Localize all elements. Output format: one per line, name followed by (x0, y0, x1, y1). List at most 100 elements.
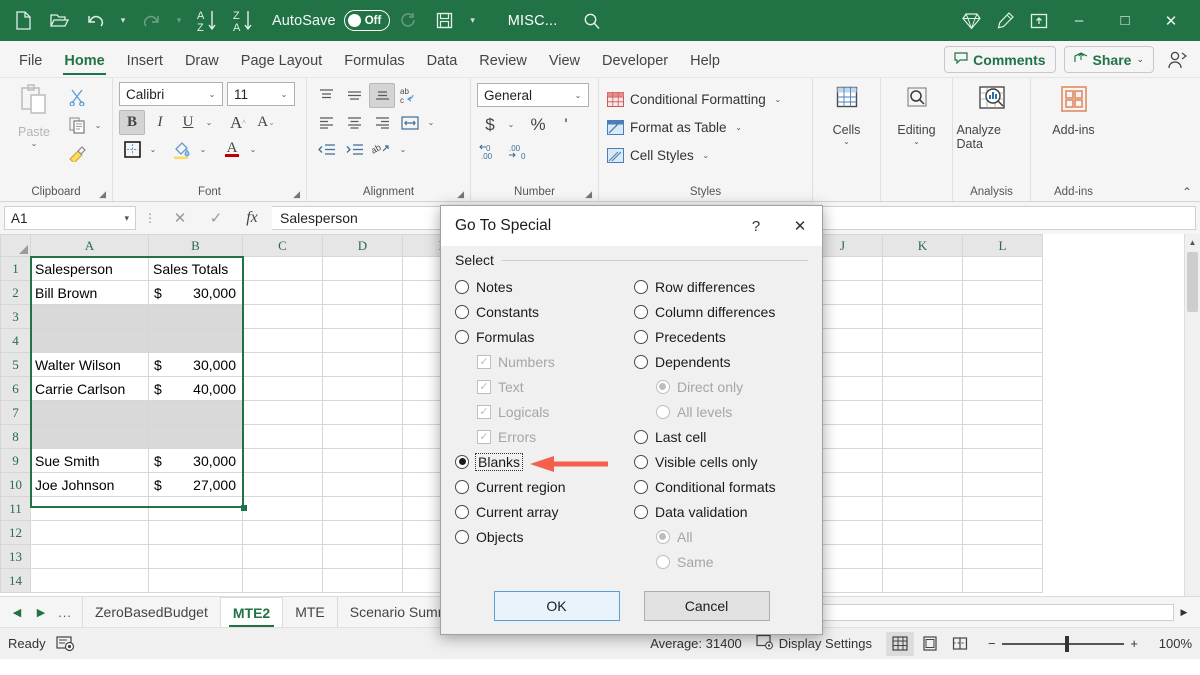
row-header[interactable]: 2 (1, 281, 31, 305)
collapse-ribbon-icon[interactable]: ⌃ (1182, 185, 1192, 199)
autosave-toggle[interactable]: Off (344, 10, 390, 31)
radio-visible-cells-only[interactable] (634, 455, 648, 469)
ribbon-tab-data[interactable]: Data (416, 47, 469, 77)
more-sheets-icon[interactable]: ... (54, 605, 76, 620)
option-current-region[interactable]: Current region (455, 474, 634, 499)
cell-a14[interactable] (31, 569, 149, 593)
display-settings-button[interactable]: Display Settings (756, 634, 872, 653)
cell-a3[interactable] (31, 305, 149, 329)
merge-caret[interactable]: ⌄ (425, 118, 437, 127)
row-header[interactable]: 13 (1, 545, 31, 569)
cell-l11[interactable] (963, 497, 1043, 521)
minimize-button[interactable]: – (1056, 0, 1102, 41)
column-header-l[interactable]: L (963, 235, 1043, 257)
ribbon-tab-formulas[interactable]: Formulas (333, 47, 415, 77)
ok-button[interactable]: OK (494, 591, 620, 621)
radio-notes[interactable] (455, 280, 469, 294)
cell-l13[interactable] (963, 545, 1043, 569)
ribbon-tab-view[interactable]: View (538, 47, 591, 77)
cell-b6[interactable]: $40,000 (149, 377, 243, 401)
option-last-cell[interactable]: Last cell (634, 424, 808, 449)
cell-c7[interactable] (243, 401, 323, 425)
comma-format-button[interactable]: ' (553, 112, 579, 137)
ribbon-tab-review[interactable]: Review (468, 47, 538, 77)
ribbon-tab-insert[interactable]: Insert (116, 47, 174, 77)
cell-k11[interactable] (883, 497, 963, 521)
cell-c4[interactable] (243, 329, 323, 353)
cell-a8[interactable] (31, 425, 149, 449)
option-row-differences[interactable]: Row differences (634, 274, 808, 299)
zoom-thumb[interactable] (1065, 636, 1069, 652)
cell-c1[interactable] (243, 257, 323, 281)
currency-format-button[interactable]: $ (477, 112, 503, 137)
cell-d14[interactable] (323, 569, 403, 593)
cell-d4[interactable] (323, 329, 403, 353)
cells-caret[interactable]: ⌄ (843, 138, 850, 146)
cell-l9[interactable] (963, 449, 1043, 473)
number-format-select[interactable]: General ⌄ (477, 83, 589, 107)
cell-c3[interactable] (243, 305, 323, 329)
cell-k3[interactable] (883, 305, 963, 329)
cell-c5[interactable] (243, 353, 323, 377)
open-folder-icon[interactable] (42, 6, 76, 36)
cell-c2[interactable] (243, 281, 323, 305)
number-dialog-launcher[interactable]: ◢ (585, 189, 592, 200)
borders-caret[interactable]: ⌄ (147, 145, 159, 154)
cell-k8[interactable] (883, 425, 963, 449)
align-left-button[interactable] (313, 110, 339, 135)
diamond-icon[interactable] (954, 6, 988, 36)
fill-color-button[interactable] (169, 137, 195, 162)
decrease-indent-button[interactable] (313, 137, 339, 162)
cell-k5[interactable] (883, 353, 963, 377)
radio-last-cell[interactable] (634, 430, 648, 444)
increase-indent-button[interactable] (341, 137, 367, 162)
percent-format-button[interactable]: % (525, 112, 551, 137)
font-color-button[interactable]: A (219, 137, 245, 162)
clipboard-dialog-launcher[interactable]: ◢ (99, 189, 106, 200)
row-header[interactable]: 7 (1, 401, 31, 425)
accessibility-checker-icon[interactable] (56, 635, 75, 652)
option-current-array[interactable]: Current array (455, 499, 634, 524)
cell-d3[interactable] (323, 305, 403, 329)
selection-fill-handle[interactable] (241, 505, 247, 511)
zoom-in-button[interactable]: + (1130, 636, 1138, 651)
option-column-differences[interactable]: Column differences (634, 299, 808, 324)
cell-b2[interactable]: $30,000 (149, 281, 243, 305)
format-as-table-button[interactable]: Format as Table ⌄ (605, 113, 745, 141)
ribbon-tab-developer[interactable]: Developer (591, 47, 679, 77)
radio-dependents[interactable] (634, 355, 648, 369)
name-box[interactable]: A1 ▾ (4, 206, 136, 230)
cell-k13[interactable] (883, 545, 963, 569)
new-file-icon[interactable] (6, 6, 40, 36)
row-header[interactable]: 3 (1, 305, 31, 329)
cell-b7[interactable] (149, 401, 243, 425)
row-header[interactable]: 12 (1, 521, 31, 545)
cell-d8[interactable] (323, 425, 403, 449)
cell-d9[interactable] (323, 449, 403, 473)
customize-quick-access-caret[interactable]: ▾ (464, 6, 482, 36)
share-button[interactable]: Share ⌄ (1064, 46, 1154, 73)
borders-button[interactable] (119, 137, 145, 162)
cell-l14[interactable] (963, 569, 1043, 593)
cell-b12[interactable] (149, 521, 243, 545)
option-formulas[interactable]: Formulas (455, 324, 634, 349)
underline-button[interactable]: U (175, 110, 201, 135)
conditional-formatting-caret[interactable]: ⌄ (772, 95, 784, 104)
row-header[interactable]: 14 (1, 569, 31, 593)
add-ins-button[interactable]: Add-ins (1039, 82, 1109, 137)
editing-caret[interactable]: ⌄ (913, 138, 920, 146)
row-header[interactable]: 11 (1, 497, 31, 521)
formula-bar-handle[interactable]: ⋮ (140, 211, 160, 225)
row-header[interactable]: 1 (1, 257, 31, 281)
cell-b9[interactable]: $30,000 (149, 449, 243, 473)
cell-b4[interactable] (149, 329, 243, 353)
undo-dropdown-caret[interactable]: ▾ (114, 6, 132, 36)
cell-a4[interactable] (31, 329, 149, 353)
align-middle-button[interactable] (341, 83, 367, 108)
row-header[interactable]: 10 (1, 473, 31, 497)
analyze-data-button[interactable]: Analyze Data (957, 82, 1027, 151)
scroll-up-icon[interactable]: ▲ (1185, 234, 1200, 251)
cut-button[interactable] (64, 85, 90, 110)
paste-button[interactable]: Paste ⌄ (6, 82, 62, 148)
copy-caret[interactable]: ⌄ (92, 121, 104, 130)
